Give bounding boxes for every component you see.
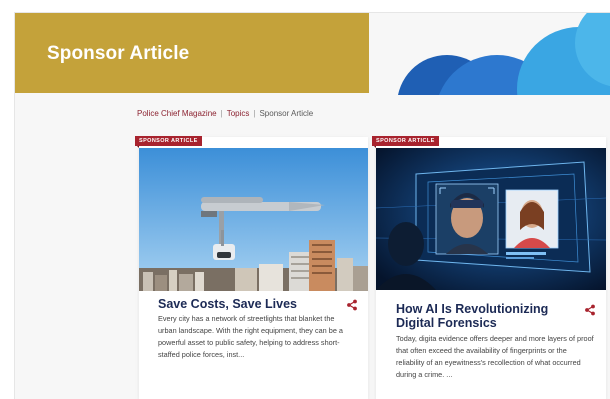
share-icon[interactable] [584, 304, 596, 316]
page-title: Sponsor Article [47, 43, 190, 64]
sponsor-article-tag: SPONSOR ARTICLE [372, 136, 439, 146]
page-banner: Sponsor Article [15, 13, 369, 93]
breadcrumb-current: Sponsor Article [259, 109, 314, 118]
article-excerpt: Today, digita evidence offers deeper and… [396, 334, 594, 379]
breadcrumb-separator: | [220, 109, 223, 118]
article-title[interactable]: How AI Is Revolutionizing Digital Forens… [396, 302, 566, 330]
breadcrumb: Police Chief Magazine | Topics | Sponsor Art… [137, 109, 313, 118]
article-card-save-costs[interactable]: SPONSOR ARTICLE Save Costs, Save Lives E… [135, 136, 368, 399]
breadcrumb-link-magazine[interactable]: Police Chief Magazine [137, 109, 217, 118]
breadcrumb-separator: | [253, 109, 256, 118]
share-icon[interactable] [346, 299, 358, 311]
page-frame: Sponsor Article Police Chief Magazine | To… [14, 12, 610, 399]
article-title[interactable]: Save Costs, Save Lives [158, 297, 338, 311]
article-card-ai-forensics[interactable]: SPONSOR ARTICLE How AI Is Revolutionizin… [372, 136, 606, 399]
streetlight-camera-image[interactable] [139, 148, 368, 291]
facial-recognition-image[interactable] [376, 148, 606, 290]
article-excerpt: Every city has a network of streetlights… [158, 314, 343, 359]
breadcrumb-link-topics[interactable]: Topics [227, 109, 250, 118]
sponsor-article-tag: SPONSOR ARTICLE [135, 136, 202, 146]
decorative-blobs [398, 13, 610, 95]
